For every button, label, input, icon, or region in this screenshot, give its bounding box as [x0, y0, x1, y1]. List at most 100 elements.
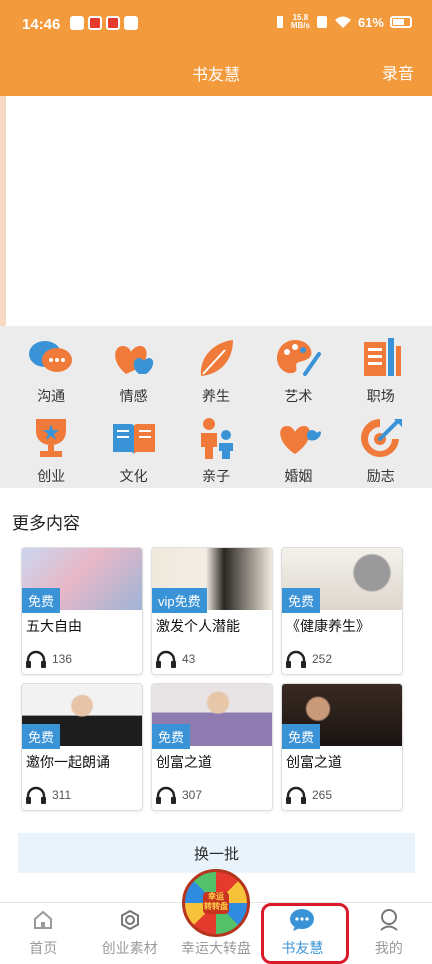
battery-icon: [390, 16, 412, 28]
heart-icon: [275, 416, 322, 460]
card-title: 《健康养生》: [286, 618, 370, 634]
content-card[interactable]: 免费 五大自由 136: [21, 547, 143, 675]
category-item[interactable]: 创业: [10, 410, 92, 490]
network-speed: 15.8 MB/s: [290, 13, 310, 30]
family-icon: [193, 416, 239, 460]
book-icon: [111, 416, 157, 460]
count-value: 43: [182, 652, 196, 666]
category-label: 创业: [37, 468, 66, 484]
card-title: 五大自由: [26, 618, 82, 634]
status-right: 15.8 MB/s 61%: [275, 14, 412, 30]
category-item[interactable]: 励志: [340, 410, 422, 490]
tab-label: 我的: [374, 940, 403, 956]
listen-count: 307: [156, 786, 202, 804]
page-title: 书友慧: [191, 67, 240, 84]
card-title: 激发个人潜能: [156, 618, 240, 634]
status-bar: 14:46 15.8 MB/s 61%: [0, 0, 432, 50]
card-title: 邀你一起朗诵: [26, 754, 110, 770]
free-badge: 免费: [152, 724, 191, 749]
hexagon-icon: [119, 908, 141, 932]
tab-book-friends[interactable]: 书友慧: [259, 903, 345, 964]
banner[interactable]: [0, 96, 432, 326]
free-badge: 免费: [282, 724, 321, 749]
category-label: 艺术: [284, 388, 313, 404]
headphones-icon: [286, 786, 306, 804]
count-value: 136: [52, 652, 73, 666]
category-item[interactable]: 艺术: [257, 330, 339, 410]
category-label: 职场: [366, 388, 395, 404]
count-value: 265: [312, 788, 333, 802]
listen-count: 311: [26, 786, 71, 804]
app-notification-icon: [88, 16, 102, 30]
free-badge: 免费: [22, 724, 61, 749]
category-label: 婚姻: [284, 468, 313, 484]
lucky-wheel-icon[interactable]: 幸运 转转盘: [182, 869, 250, 937]
listen-count: 265: [286, 786, 332, 804]
content-card[interactable]: 免费 《健康养生》 252: [281, 547, 403, 675]
chat-bubble-icon: [289, 908, 315, 932]
headphones-icon: [26, 786, 46, 804]
status-time: 14:46: [22, 16, 61, 33]
category-label: 亲子: [201, 468, 230, 484]
category-label: 情感: [119, 388, 148, 404]
count-value: 252: [312, 652, 333, 666]
free-badge: 免费: [282, 588, 321, 613]
count-value: 307: [182, 788, 203, 802]
listen-count: 43: [156, 650, 195, 668]
tab-label: 创业素材: [101, 940, 158, 956]
category-item[interactable]: 婚姻: [257, 410, 339, 490]
count-value: 311: [52, 788, 72, 802]
chat-bubbles-icon: [28, 336, 74, 380]
content-card[interactable]: 免费 邀你一起朗诵 311: [21, 683, 143, 811]
listen-count: 136: [26, 650, 72, 668]
sim-icon: [316, 16, 327, 28]
app-bar: 书友慧 录音: [0, 50, 432, 96]
category-item[interactable]: 沟通: [10, 330, 92, 410]
category-item[interactable]: 养生: [175, 330, 257, 410]
category-label: 励志: [366, 468, 395, 484]
target-icon: [358, 416, 404, 460]
category-item[interactable]: 亲子: [175, 410, 257, 490]
content-card[interactable]: vip免费 激发个人潜能 43: [151, 547, 273, 675]
section-title: 更多内容: [12, 514, 80, 533]
category-item[interactable]: 文化: [92, 410, 174, 490]
content-card[interactable]: 免费 创富之道 307: [151, 683, 273, 811]
category-item[interactable]: 情感: [92, 330, 174, 410]
battery-percent: 61%: [357, 14, 384, 30]
card-title: 创富之道: [156, 754, 212, 770]
vip-free-badge: vip免费: [152, 588, 207, 613]
palette-icon: [275, 336, 322, 380]
tab-label: 书友慧: [281, 940, 324, 956]
listen-count: 252: [286, 650, 332, 668]
category-item[interactable]: 职场: [340, 330, 422, 410]
notification-icons: [70, 16, 138, 30]
record-button[interactable]: 录音: [382, 60, 414, 84]
headphones-icon: [156, 786, 176, 804]
documents-icon: [358, 336, 404, 380]
wifi-icon: [334, 16, 351, 28]
tab-label: 幸运大转盘: [181, 940, 252, 956]
content-cards: 免费 五大自由 136 vip免费 激发个人潜能 43 免费 《健康养生》 25…: [21, 547, 403, 811]
tab-startup-materials[interactable]: 创业素材: [86, 903, 172, 964]
wheel-center-text: 幸运 转转盘: [203, 892, 229, 914]
trophy-icon: [28, 416, 74, 460]
app-notification-icon: [124, 16, 138, 30]
content-card[interactable]: 免费 创富之道 265: [281, 683, 403, 811]
card-title: 创富之道: [286, 754, 342, 770]
refresh-batch-button[interactable]: 换一批: [18, 833, 415, 873]
vibrate-icon: [276, 16, 283, 28]
home-icon: [32, 908, 54, 932]
leaf-icon: [193, 336, 239, 380]
headphones-icon: [26, 650, 46, 668]
user-icon: [378, 908, 400, 932]
tab-label: 首页: [29, 940, 58, 956]
tab-home[interactable]: 首页: [0, 903, 86, 964]
app-notification-icon: [70, 16, 84, 30]
app-notification-icon: [106, 16, 120, 30]
headphones-icon: [156, 650, 176, 668]
category-grid: 沟通 情感 养生 艺术 职场 创业 文化 亲子 婚姻 励志: [0, 326, 432, 488]
hearts-icon: [111, 336, 157, 380]
headphones-icon: [286, 650, 306, 668]
tab-mine[interactable]: 我的: [346, 903, 432, 964]
free-badge: 免费: [22, 588, 61, 613]
